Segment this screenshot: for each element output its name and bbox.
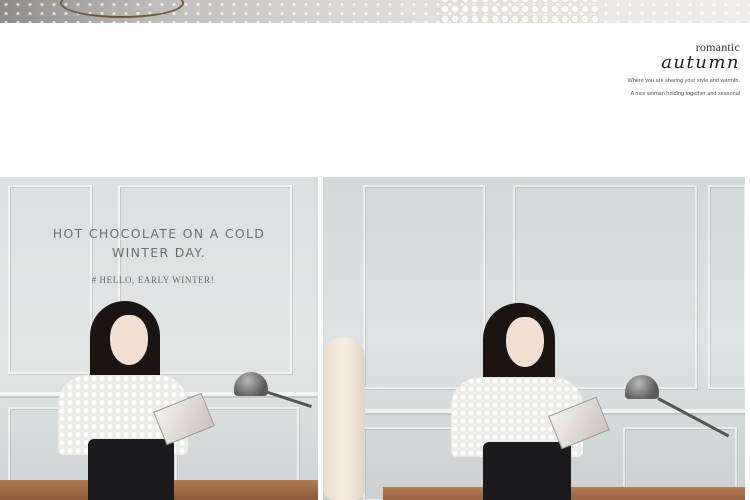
left-photo: HOT CHOCOLATE ON A COLD WINTER DAY. # HE… <box>0 177 318 500</box>
photo-hashtag: # HELLO, EARLY WINTER! <box>91 275 215 285</box>
caption-line-2: WINTER DAY. <box>112 245 206 260</box>
brand-block: romantic autumn Where you are sharing yo… <box>540 40 741 99</box>
pearl-necklace <box>440 0 600 23</box>
brand-script-logo: autumn <box>661 52 740 73</box>
brand-tagline-2: A nice woman holding together and season… <box>630 91 740 97</box>
caption-line-1: HOT CHOCOLATE ON A COLD <box>52 226 266 241</box>
photo-caption: HOT CHOCOLATE ON A COLD WINTER DAY. <box>0 224 318 262</box>
wall-molding <box>363 185 485 389</box>
top-photo-strip <box>0 0 750 23</box>
dress-form <box>323 337 365 500</box>
right-photo <box>323 177 745 500</box>
brand-tagline-1: Where you are sharing your style and war… <box>627 78 741 84</box>
wall-molding <box>708 185 745 389</box>
